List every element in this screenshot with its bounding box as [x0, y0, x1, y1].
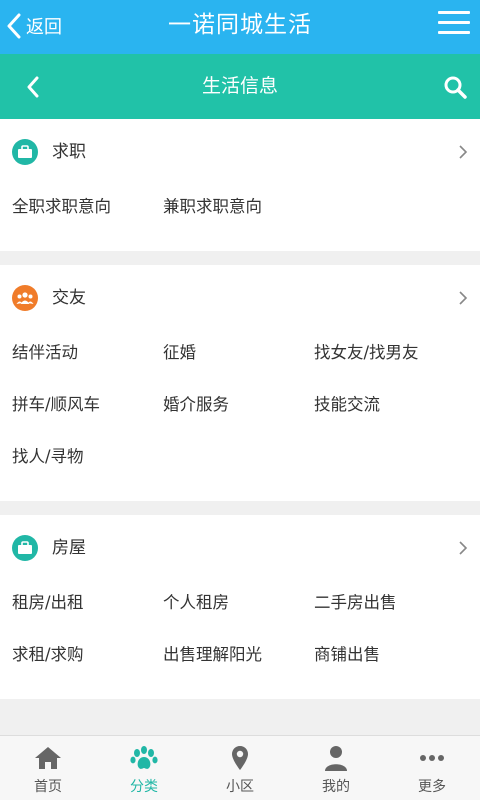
chevron-left-icon [7, 13, 21, 39]
tab-more[interactable]: 更多 [384, 736, 480, 800]
section-housing: 房屋 租房/出租 个人租房 二手房出售 求租/求购 出售理解阳光 商铺出售 [0, 515, 480, 699]
app-header: 返回 一诺同城生活 [0, 0, 480, 54]
page-back-button[interactable] [20, 72, 46, 102]
tab-label: 更多 [418, 779, 446, 795]
link-item[interactable]: 婚介服务 [163, 385, 314, 437]
link-item[interactable]: 租房/出租 [12, 583, 163, 635]
section-title: 求职 [52, 142, 86, 162]
link-item[interactable]: 出售理解阳光 [163, 635, 314, 687]
search-button[interactable] [440, 72, 470, 102]
tab-category[interactable]: 分类 [96, 736, 192, 800]
chevron-right-icon [459, 291, 468, 305]
link-item[interactable]: 兼职求职意向 [163, 187, 314, 239]
tab-label: 分类 [130, 779, 158, 795]
tab-label: 我的 [322, 779, 350, 795]
section-title: 房屋 [52, 538, 86, 558]
tab-mine[interactable]: 我的 [288, 736, 384, 800]
home-icon [35, 747, 61, 769]
section-links: 租房/出租 个人租房 二手房出售 求租/求购 出售理解阳光 商铺出售 [0, 581, 480, 699]
section-links: 全职求职意向 兼职求职意向 [0, 185, 480, 251]
briefcase-icon [12, 139, 38, 165]
back-button[interactable]: 返回 [6, 8, 62, 44]
menu-button[interactable] [438, 11, 470, 39]
section-job: 求职 全职求职意向 兼职求职意向 [0, 119, 480, 251]
link-item[interactable]: 技能交流 [314, 385, 465, 437]
link-item[interactable]: 拼车/顺风车 [12, 385, 163, 437]
link-item[interactable]: 商铺出售 [314, 635, 465, 687]
link-item[interactable]: 征婚 [163, 333, 314, 385]
tab-home[interactable]: 首页 [0, 736, 96, 800]
link-item[interactable]: 找女友/找男友 [314, 333, 465, 385]
location-pin-icon [232, 746, 248, 770]
section-header-housing[interactable]: 房屋 [0, 515, 480, 581]
more-dots-icon [420, 755, 444, 761]
back-label: 返回 [26, 17, 62, 38]
section-title: 交友 [52, 288, 86, 308]
section-links: 结伴活动 征婚 找女友/找男友 拼车/顺风车 婚介服务 技能交流 找人/寻物 [0, 331, 480, 501]
tab-label: 首页 [34, 779, 62, 795]
paw-icon [130, 746, 158, 769]
link-item[interactable]: 二手房出售 [314, 583, 465, 635]
tab-community[interactable]: 小区 [192, 736, 288, 800]
group-icon [12, 285, 38, 311]
chevron-right-icon [459, 541, 468, 555]
section-header-job[interactable]: 求职 [0, 119, 480, 185]
briefcase-icon [12, 535, 38, 561]
user-icon [325, 746, 347, 771]
bottom-tab-bar: 首页 分类 小区 我的 更多 [0, 735, 480, 800]
app-title: 一诺同城生活 [168, 12, 312, 38]
link-item[interactable]: 结伴活动 [12, 333, 163, 385]
link-item[interactable]: 求租/求购 [12, 635, 163, 687]
section-header-dating[interactable]: 交友 [0, 265, 480, 331]
search-icon [444, 76, 467, 99]
page-header: 生活信息 [0, 54, 480, 119]
chevron-right-icon [459, 145, 468, 159]
hamburger-icon [438, 11, 470, 14]
chevron-left-icon [27, 76, 39, 98]
section-dating: 交友 结伴活动 征婚 找女友/找男友 拼车/顺风车 婚介服务 技能交流 找人/寻… [0, 265, 480, 501]
link-item[interactable]: 找人/寻物 [12, 437, 163, 489]
link-item[interactable]: 全职求职意向 [12, 187, 163, 239]
link-item[interactable]: 个人租房 [163, 583, 314, 635]
category-list: 求职 全职求职意向 兼职求职意向 交友 结伴活动 征婚 找女友/找男友 拼车/顺… [0, 119, 480, 735]
tab-label: 小区 [226, 779, 254, 795]
page-title: 生活信息 [201, 75, 278, 97]
